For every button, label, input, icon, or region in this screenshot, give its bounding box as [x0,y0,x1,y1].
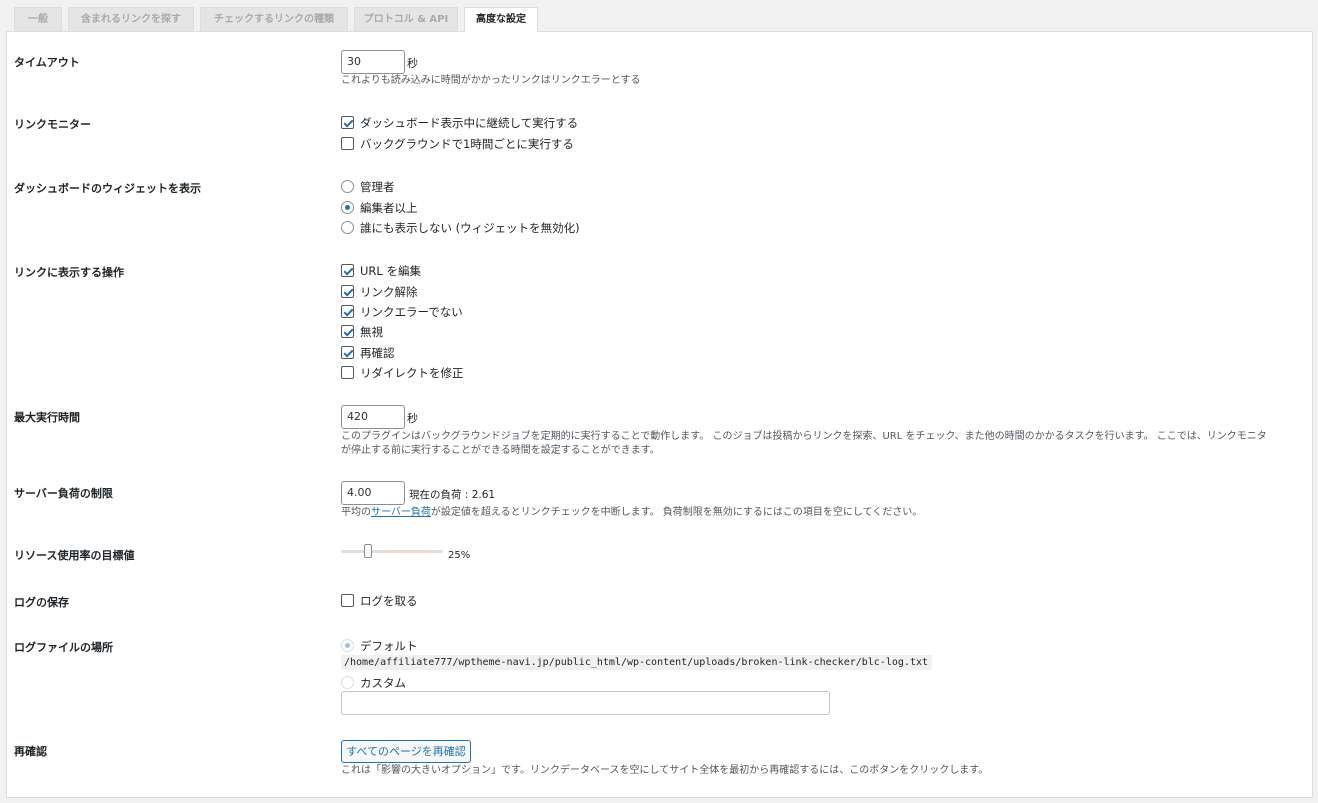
log-location-label: ログファイルの場所 [14,641,113,654]
link-actions-label: リンクに表示する操作 [14,266,124,279]
widget-none-label: 誰にも表示しない (ウィジェットを無効化) [360,221,580,235]
max-execution-input[interactable]: 420 [341,405,405,429]
recheck-label: 再確認 [14,745,47,758]
tab-link-types[interactable]: チェックするリンクの種類 [200,7,348,31]
logging-label: ログの保存 [14,596,69,609]
recheck-description: これは「影響の大きいオプション」です。リンクデータベースを空にしてサイト全体を最… [341,765,989,776]
widget-admin-label: 管理者 [360,180,395,194]
log-default-label: デフォルト [360,639,418,653]
max-execution-description-line2: が停止する前に実行することができる時間を設定することができます。 [341,445,660,456]
action-unlink-checkbox[interactable] [341,285,354,298]
monitor-hourly-checkbox[interactable] [341,137,354,150]
log-custom-path-input[interactable] [341,691,830,715]
action-dismiss-checkbox[interactable] [341,325,354,338]
log-default-radio[interactable] [341,639,354,652]
resource-usage-slider-handle[interactable] [364,544,372,558]
timeout-label: タイムアウト [14,56,80,69]
link-monitor-label: リンクモニター [14,118,91,131]
action-unlink-label: リンク解除 [360,285,418,299]
action-edit-url-checkbox[interactable] [341,264,354,277]
server-load-link[interactable]: サーバー負荷 [371,507,431,518]
tab-link-sources[interactable]: 含まれるリンクを探す [68,7,194,31]
resource-usage-label: リソース使用率の目標値 [14,549,135,562]
dashboard-widget-label: ダッシュボードのウィジェットを表示 [14,182,201,195]
server-load-description: 平均のサーバー負荷が設定値を超えるとリンクチェックを中断します。 負荷制限を無効… [341,506,922,520]
server-load-input[interactable]: 4.00 [341,481,405,505]
action-fix-redirect-label: リダイレクトを修正 [360,366,464,380]
max-execution-description-line1: このプラグインはバックグラウンドジョブを定期的に実行することで動作します。 この… [341,431,1267,442]
log-custom-label: カスタム [360,676,406,690]
log-custom-radio[interactable] [341,676,354,689]
action-edit-url-label: URL を編集 [360,264,421,278]
monitor-hourly-label: バックグラウンドで1時間ごとに実行する [360,137,574,151]
widget-editor-label: 編集者以上 [360,201,418,215]
current-load-text: 現在の負荷 : 2.61 [409,489,496,501]
widget-editor-radio[interactable] [341,201,354,214]
timeout-unit: 秒 [407,57,418,70]
action-not-broken-checkbox[interactable] [341,305,354,318]
server-load-desc-prefix: 平均の [341,507,371,518]
logging-option-label: ログを取る [360,594,418,608]
log-default-path: /home/affiliate777/wptheme-navi.jp/publi… [341,655,932,670]
server-load-desc-suffix: が設定値を超えるとリンクチェックを中断します。 負荷制限を無効にするにはこの項目… [430,507,923,518]
server-load-label: サーバー負荷の制限 [14,487,113,500]
monitor-dashboard-label: ダッシュボード表示中に継続して実行する [360,116,579,130]
widget-admin-radio[interactable] [341,180,354,193]
monitor-dashboard-checkbox[interactable] [341,116,354,129]
settings-panel [6,31,1313,798]
action-not-broken-label: リンクエラーでない [360,305,463,319]
action-fix-redirect-checkbox[interactable] [341,366,354,379]
max-execution-unit: 秒 [407,412,418,425]
tab-protocols-api[interactable]: プロトコル & API [354,7,458,31]
widget-none-radio[interactable] [341,221,354,234]
tab-advanced[interactable]: 高度な設定 [464,7,538,32]
action-recheck-checkbox[interactable] [341,346,354,359]
timeout-input[interactable]: 30 [341,50,405,74]
tab-general[interactable]: 一般 [14,7,62,31]
resource-usage-value: 25% [448,550,471,561]
recheck-all-button[interactable]: すべてのページを再確認 [341,740,471,763]
resource-usage-slider[interactable] [341,550,443,553]
action-dismiss-label: 無視 [360,325,383,339]
timeout-description: これよりも読み込みに時間がかかったリンクはリンクエラーとする [341,75,641,86]
max-execution-label: 最大実行時間 [14,411,80,424]
action-recheck-label: 再確認 [360,346,395,360]
logging-checkbox[interactable] [341,594,354,607]
